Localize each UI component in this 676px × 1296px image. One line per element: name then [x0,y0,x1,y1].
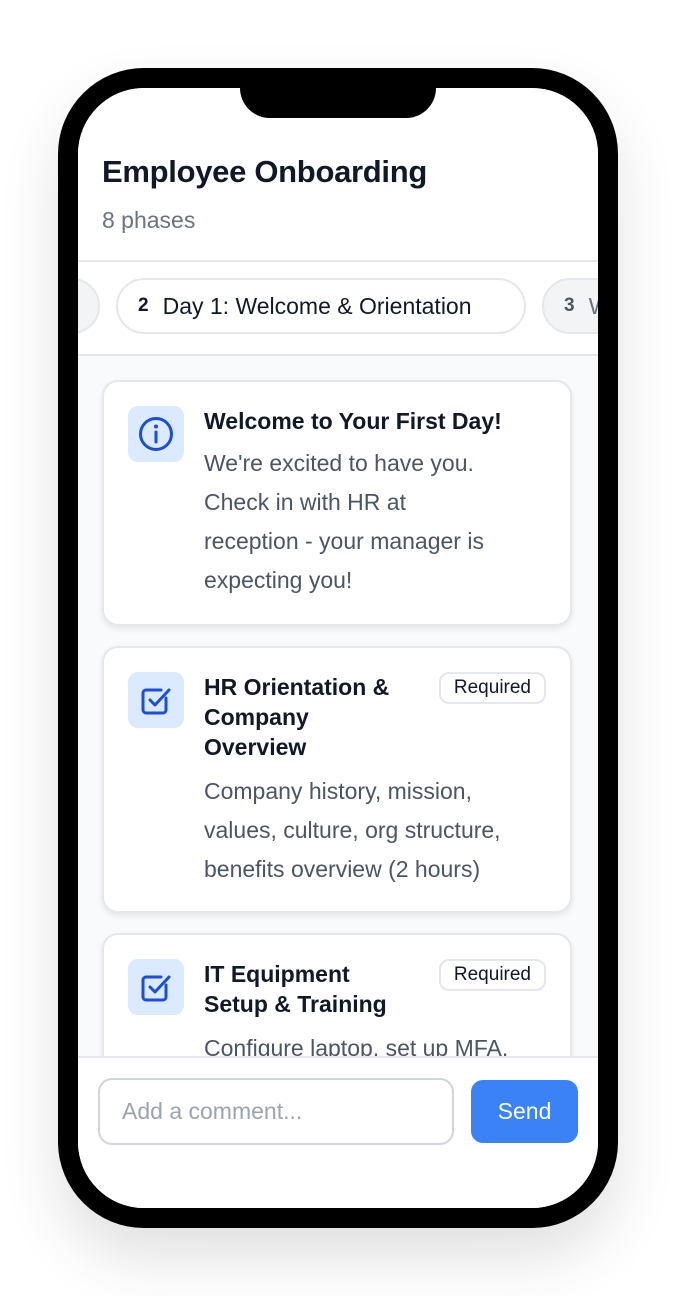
info-icon [128,406,184,462]
card-title-line: Overview [204,734,307,760]
checkbox-icon-svg [141,975,171,1002]
card-description-line: Configure laptop, set up MFA, [204,1035,509,1056]
card-title-line: IT Equipment [204,961,350,987]
card-title: IT Equipment Setup & Training [204,959,424,1019]
card-description: We're excited to have you. Check in with… [204,444,484,600]
send-button[interactable]: Send [471,1080,578,1143]
card-description-line: Company history, mission, [204,778,472,804]
info-card: Welcome to Your First Day! We're excited… [102,380,572,626]
card-description-line: We're excited to have you. [204,450,474,476]
card-description: Company history, mission, values, cultur… [204,772,501,889]
card-description-line: values, culture, org structure, [204,817,501,843]
task-card[interactable]: HR Orientation & Company Overview Requir… [102,646,572,913]
tab-phase-label: Day 1: Welcome & Orientation [162,292,472,319]
tab-phase-number: 2 [138,295,149,316]
phase-count: 8 phases [102,207,196,233]
card-description-line: benefits overview (2 hours) [204,856,481,882]
task-card[interactable]: IT Equipment Setup & Training Required C… [102,933,572,1056]
card-title-line: HR Orientation & [204,674,390,700]
card-description: Configure laptop, set up MFA, [204,1029,508,1056]
checkbox-icon[interactable] [128,959,184,1015]
phase-tabs: 1 2 Day 1: Welcome & Orientation 3 W [78,262,598,356]
tab-phase-2[interactable]: 2 Day 1: Welcome & Orientation [116,278,526,334]
card-description-line: reception - your manager is [204,528,484,554]
card-title: Welcome to Your First Day! [204,408,502,434]
tab-phase-1[interactable]: 1 [78,278,100,334]
required-badge: Required [438,672,546,704]
checkbox-icon-svg [141,688,171,715]
card-title-line: Setup & Training [204,991,387,1017]
phone-frame: Employee Onboarding 8 phases 1 2 Day 1: … [58,68,618,1228]
card-title: HR Orientation & Company Overview [204,672,424,762]
card-title-line: Company [204,704,309,730]
card-description-line: expecting you! [204,567,353,593]
required-badge: Required [438,959,546,991]
info-icon-svg [139,417,173,451]
tab-phase-number: 3 [564,295,575,316]
tab-phase-label: W [589,293,598,320]
checkbox-icon[interactable] [128,672,184,728]
task-list[interactable]: Welcome to Your First Day! We're excited… [78,356,598,1056]
comment-input[interactable] [98,1078,454,1145]
phone-screen: Employee Onboarding 8 phases 1 2 Day 1: … [78,88,598,1208]
card-description-line: Check in with HR at [204,489,406,515]
comment-bar: Send [78,1056,598,1208]
page-title: Employee Onboarding [102,154,428,189]
tab-phase-3[interactable]: 3 W [542,278,598,334]
phone-notch [240,88,436,118]
